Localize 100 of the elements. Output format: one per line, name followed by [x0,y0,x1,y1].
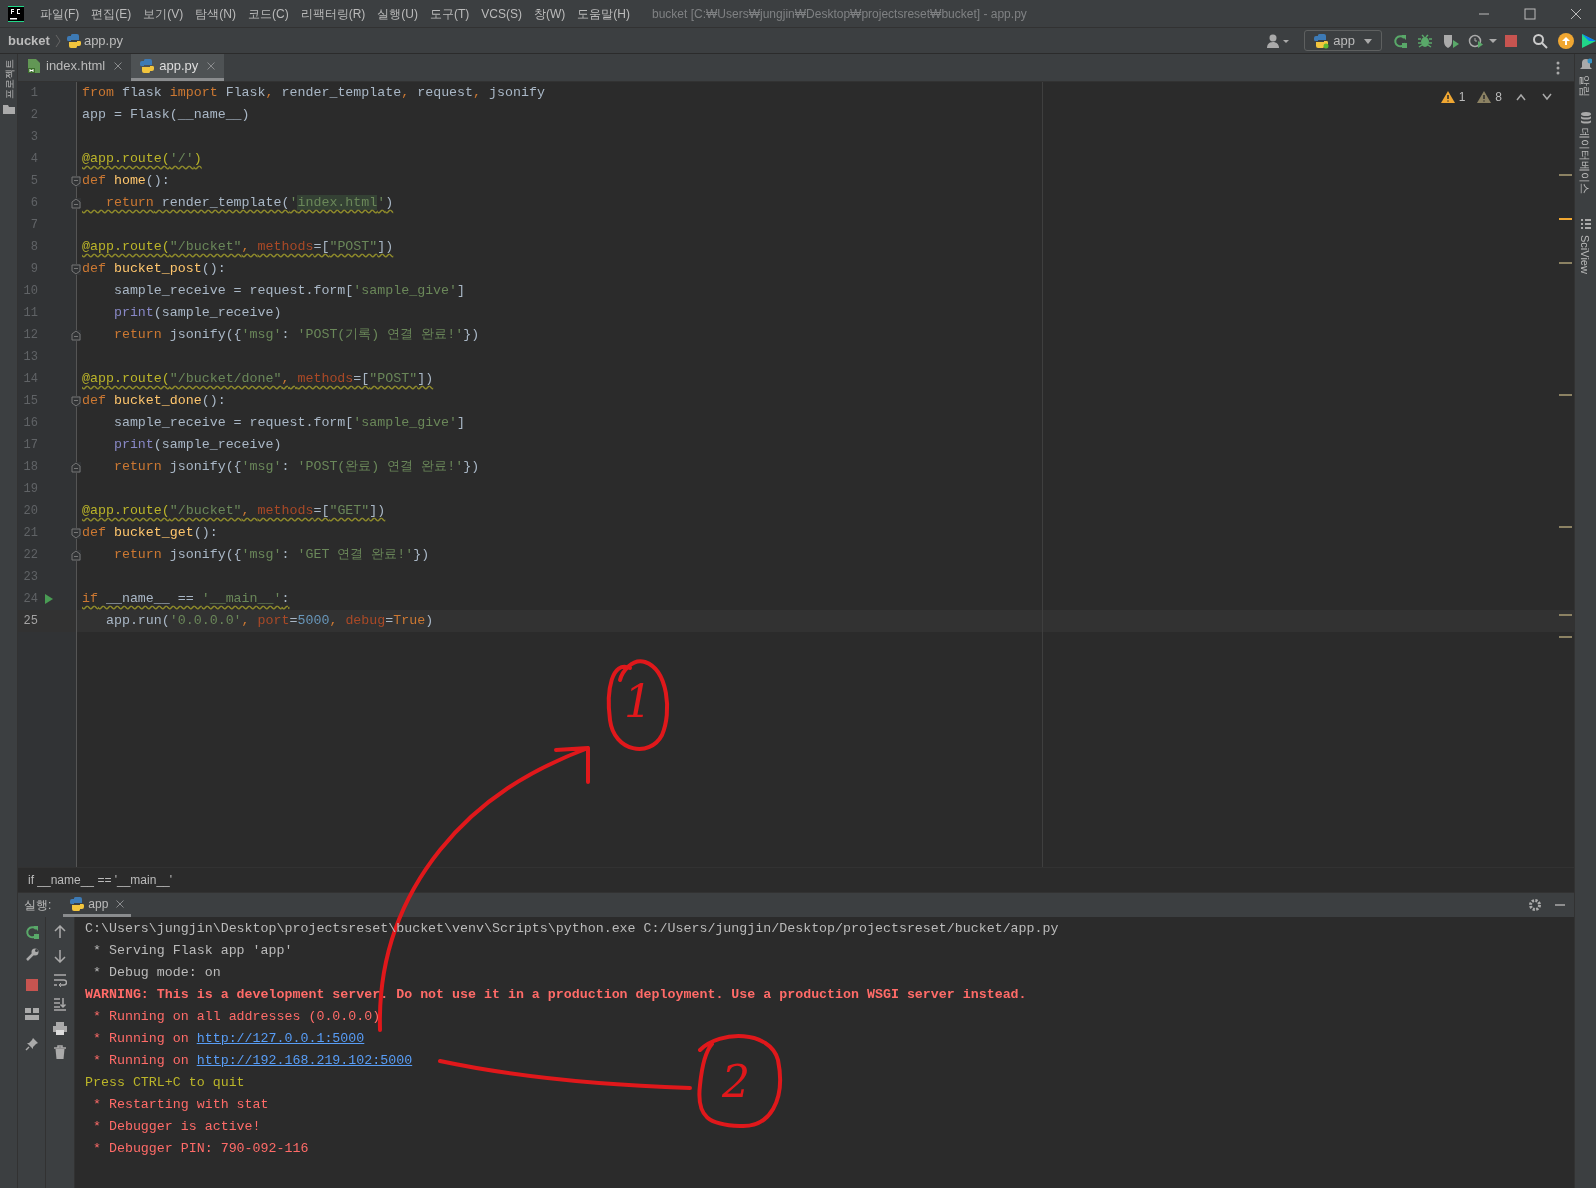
warning-count[interactable]: 8 [1495,88,1502,106]
chevron-down-icon[interactable] [1542,93,1552,101]
menu-item[interactable]: 보기(V) [137,4,190,23]
coverage-icon[interactable] [1442,32,1460,49]
html-file-icon [26,58,42,74]
console-line: * Running on http://192.168.219.102:5000 [91,1050,413,1072]
arrow-up-icon[interactable] [54,925,66,939]
search-icon[interactable] [1532,32,1548,49]
menu-item[interactable]: 도움말(H) [571,4,636,23]
code-line: return jsonify({'msg': 'GET 연결 완료!'}) [112,546,430,565]
python-file-icon [139,58,156,74]
list-icon[interactable] [1579,218,1592,231]
bug-icon[interactable] [1417,32,1433,49]
code-line: @app.route("/bucket/done", methods=["POST"]) [82,370,434,389]
chevron-icon [53,33,62,48]
tool-window-label[interactable]: 알림 [1576,75,1593,97]
fold-icon[interactable] [71,329,81,341]
tool-window-label[interactable]: SciView [1576,235,1593,274]
menu-item[interactable]: 실행(U) [371,4,424,23]
fold-icon[interactable] [71,549,81,561]
maximize-icon[interactable] [1524,7,1536,20]
window-title: bucket [C:₩Users₩jungjin₩Desktop₩projectsreset₩bucket] - app.py [652,5,1027,23]
soft-wrap-icon[interactable] [53,973,67,987]
python-file-icon [65,32,82,49]
console-line: * Serving Flask app 'app' [91,942,293,961]
menu-item[interactable]: VCS(S) [475,4,528,23]
code-breadcrumb[interactable]: if __name__ == '__main__' [28,871,173,889]
editor-tab[interactable]: app.py [131,54,225,81]
menu-item[interactable]: 코드(C) [242,4,295,23]
tool-window-label[interactable]: 데이터베이스 [1576,128,1593,194]
console-line: * Restarting with stat [91,1096,269,1115]
link[interactable]: http://192.168.219.102:5000 [196,1051,413,1071]
user-icon[interactable] [1266,32,1291,49]
close-icon[interactable] [113,61,124,71]
code-line: app.run('0.0.0.0', port=5000, debug=True) [104,612,434,631]
code-line: sample_receive = request.form['sample_give'] [112,414,466,433]
layout-icon[interactable] [24,1008,39,1020]
run-configuration-dropdown[interactable]: app [1304,30,1382,51]
menu-item[interactable]: 리팩터링(R) [294,4,372,23]
caret-icon [1363,36,1373,45]
fold-icon[interactable] [71,263,81,275]
code-line: return jsonify({'msg': 'POST(기록) 연결 완료!'}) [112,326,480,345]
printer-icon[interactable] [53,1021,67,1035]
python-icon [1313,32,1330,49]
annotation-number: 1 [624,680,652,724]
warning-icon[interactable] [1440,91,1455,103]
code-line: return render_template('index.html') [104,194,394,213]
code-line: @app.route('/') [82,150,202,169]
rerun-icon[interactable] [1392,32,1408,49]
profiler-icon[interactable] [1468,32,1498,49]
warning-count[interactable]: 1 [1458,88,1466,106]
code-line: print(sample_receive) [112,304,282,323]
trash-icon[interactable] [54,1045,66,1059]
code-line: def bucket_post(): [82,260,226,279]
menu-item[interactable]: 파일(F) [34,4,86,23]
close-icon[interactable] [206,61,217,71]
app-logo [8,5,24,22]
menu-item[interactable]: 도구(T) [424,4,476,23]
run-panel-label: 실행: [24,897,52,914]
stop-icon[interactable] [25,979,38,991]
code-line: def bucket_get(): [82,524,218,543]
close-icon[interactable] [115,898,126,909]
fold-icon[interactable] [71,461,81,473]
console-line: * Running on all addresses (0.0.0.0) [91,1008,381,1027]
wrench-icon[interactable] [24,948,39,962]
fold-icon[interactable] [71,527,81,539]
console-line: Press CTRL+C to quit [85,1074,245,1093]
fold-icon[interactable] [71,197,81,209]
breadcrumb-item[interactable]: app.py [83,30,123,51]
rerun-icon[interactable] [24,925,39,939]
breadcrumb-item[interactable]: bucket [8,30,50,51]
close-icon[interactable] [1570,7,1582,20]
chevron-up-icon[interactable] [1516,93,1526,101]
arrow-down-icon[interactable] [54,949,66,963]
settings-icon[interactable] [1528,898,1542,912]
code-line: if __name__ == '__main__': [82,590,290,609]
stop-icon[interactable] [1504,33,1518,48]
menu-item[interactable]: 탐색(N) [189,4,242,23]
editor-tab[interactable]: index.html [18,54,132,81]
scroll-to-end-icon[interactable] [53,997,67,1011]
folder-icon[interactable] [2,104,15,114]
menu-item[interactable]: 창(W) [528,4,572,23]
update-icon[interactable] [1558,32,1574,49]
bell-icon[interactable] [1579,58,1592,71]
link[interactable]: http://127.0.0.1:5000 [196,1029,365,1049]
plugin-icon[interactable] [1582,32,1596,49]
code-line: @app.route("/bucket", methods=["GET"]) [82,502,386,521]
console-line: * Debug mode: on [91,964,221,983]
fold-icon[interactable] [71,175,81,187]
console-line: * Debugger PIN: 790-092-116 [91,1140,309,1159]
menu-item[interactable]: 편집(E) [85,4,138,23]
pin-icon[interactable] [24,1037,39,1051]
more-icon[interactable] [1556,60,1560,75]
code-line: print(sample_receive) [112,436,282,455]
code-line: @app.route("/bucket", methods=["POST"]) [82,238,394,257]
run-icon[interactable] [44,593,54,605]
code-line: def home(): [82,172,170,191]
fold-icon[interactable] [71,395,81,407]
database-icon[interactable] [1579,111,1592,124]
weak-warning-icon[interactable] [1477,91,1492,103]
